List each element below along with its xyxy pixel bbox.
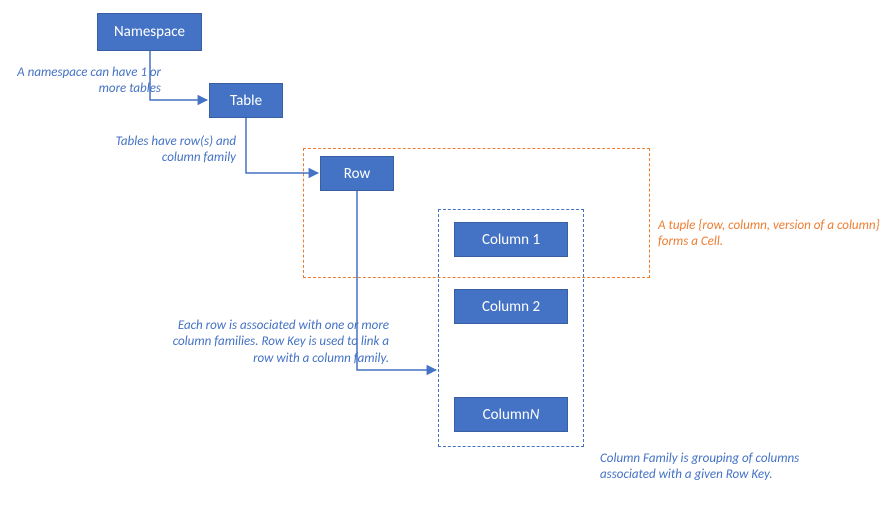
arrow-namespace-table — [150, 51, 207, 100]
arrow-row-columnfamily — [357, 191, 436, 370]
arrow-table-row — [246, 118, 318, 173]
arrows-layer — [0, 0, 892, 508]
